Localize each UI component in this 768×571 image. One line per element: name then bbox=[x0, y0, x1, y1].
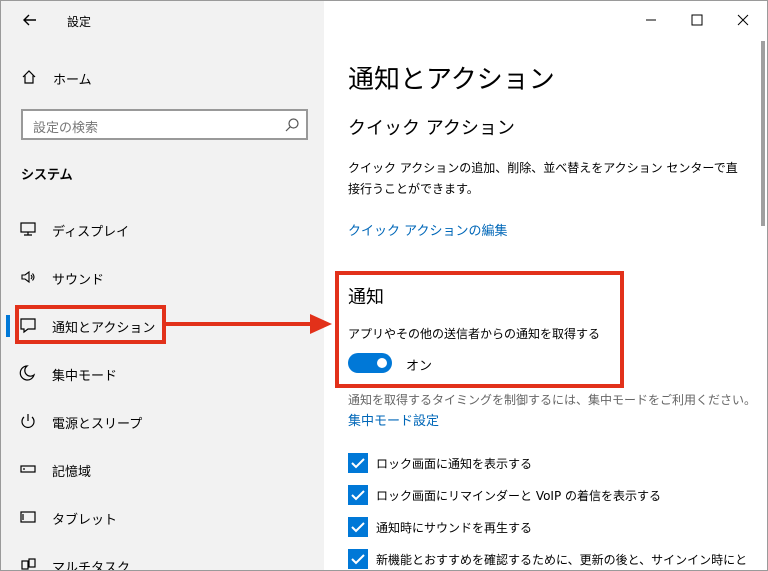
maximize-button[interactable] bbox=[682, 9, 712, 31]
timing-hint: 通知を取得するタイミングを制御するには、集中モードをご利用ください。 bbox=[348, 393, 757, 407]
active-indicator bbox=[6, 315, 10, 337]
checkbox[interactable] bbox=[348, 549, 368, 569]
notifications-highlight-box bbox=[335, 271, 624, 388]
checkbox-label: 新機能とおすすめを確認するために、更新の後と、サインイン時にと bbox=[376, 553, 748, 567]
checkbox[interactable] bbox=[348, 485, 368, 505]
tablet-icon bbox=[19, 508, 37, 526]
checkbox-label: ロック画面にリマインダーと VoIP の着信を表示する bbox=[376, 489, 662, 503]
power-icon bbox=[19, 412, 37, 430]
sidebar-item-label: ディスプレイ bbox=[52, 225, 130, 240]
sidebar-item-display[interactable]: ディスプレイ bbox=[1, 209, 324, 249]
checkbox-label: 通知時にサウンドを再生する bbox=[376, 521, 533, 535]
checkmark-icon bbox=[351, 522, 365, 533]
checkmark-icon bbox=[351, 490, 365, 501]
sidebar-item-sound[interactable]: サウンド bbox=[1, 257, 324, 297]
back-arrow-icon bbox=[23, 14, 36, 26]
close-icon bbox=[737, 14, 749, 26]
checkbox-lock-screen-reminders[interactable]: ロック画面にリマインダーと VoIP の着信を表示する bbox=[348, 485, 758, 507]
settings-window: 設定 ホーム 設定の検索 システム ディスプレイ サウンド 通知とアクション 集… bbox=[0, 0, 768, 571]
checkbox-lock-screen-notifications[interactable]: ロック画面に通知を表示する bbox=[348, 453, 758, 475]
monitor-icon bbox=[19, 220, 37, 238]
checkbox-notification-sound[interactable]: 通知時にサウンドを再生する bbox=[348, 517, 758, 539]
sidebar-item-tablet[interactable]: タブレット bbox=[1, 497, 324, 537]
checkbox-label: ロック画面に通知を表示する bbox=[376, 457, 533, 471]
focus-settings-link[interactable]: 集中モード設定 bbox=[348, 410, 439, 429]
page-title: 通知とアクション bbox=[348, 65, 555, 95]
storage-icon bbox=[19, 460, 37, 478]
sidebar-item-label: 電源とスリープ bbox=[52, 417, 143, 432]
checkbox[interactable] bbox=[348, 517, 368, 537]
search-icon bbox=[284, 117, 300, 137]
multitask-icon bbox=[19, 556, 37, 570]
quick-actions-description: クイック アクションの追加、削除、並べ替えをアクション センターで直接行うことが… bbox=[348, 161, 738, 196]
sidebar-item-focus[interactable]: 集中モード bbox=[1, 353, 324, 393]
home-icon bbox=[21, 69, 37, 89]
search-placeholder: 設定の検索 bbox=[33, 121, 99, 136]
sidebar: 設定 ホーム 設定の検索 システム ディスプレイ サウンド 通知とアクション 集… bbox=[1, 1, 324, 571]
close-button[interactable] bbox=[728, 9, 758, 31]
checkbox-welcome-experience[interactable]: 新機能とおすすめを確認するために、更新の後と、サインイン時にと bbox=[348, 549, 758, 570]
sidebar-item-storage[interactable]: 記憶域 bbox=[1, 449, 324, 489]
sidebar-item-label: マルチタスク bbox=[52, 561, 131, 571]
minimize-button[interactable] bbox=[636, 9, 666, 31]
quick-actions-heading: クイック アクション bbox=[348, 118, 515, 139]
sidebar-item-power[interactable]: 電源とスリープ bbox=[1, 401, 324, 441]
moon-icon bbox=[19, 364, 37, 382]
maximize-icon bbox=[691, 14, 703, 26]
sidebar-item-label: 記憶域 bbox=[52, 465, 92, 480]
search-input[interactable]: 設定の検索 bbox=[21, 109, 308, 140]
checkbox[interactable] bbox=[348, 453, 368, 473]
back-button[interactable] bbox=[19, 9, 41, 31]
checkmark-icon bbox=[351, 554, 365, 565]
scrollbar[interactable] bbox=[761, 41, 765, 226]
sidebar-item-label: ホーム bbox=[53, 73, 92, 88]
section-label: システム bbox=[21, 168, 73, 183]
sidebar-item-home[interactable]: ホーム bbox=[19, 67, 309, 89]
app-title: 設定 bbox=[67, 15, 92, 29]
sidebar-item-label: 集中モード bbox=[52, 369, 118, 384]
annotation-arrow-icon bbox=[166, 314, 332, 334]
edit-quick-actions-link[interactable]: クイック アクションの編集 bbox=[348, 220, 507, 239]
sidebar-highlight-box bbox=[15, 305, 166, 344]
sidebar-item-label: サウンド bbox=[52, 273, 105, 288]
checkmark-icon bbox=[351, 458, 365, 469]
speaker-icon bbox=[19, 268, 37, 286]
minimize-icon bbox=[646, 19, 656, 21]
sidebar-item-multitask[interactable]: マルチタスク bbox=[1, 545, 324, 571]
sidebar-item-label: タブレット bbox=[52, 513, 118, 528]
